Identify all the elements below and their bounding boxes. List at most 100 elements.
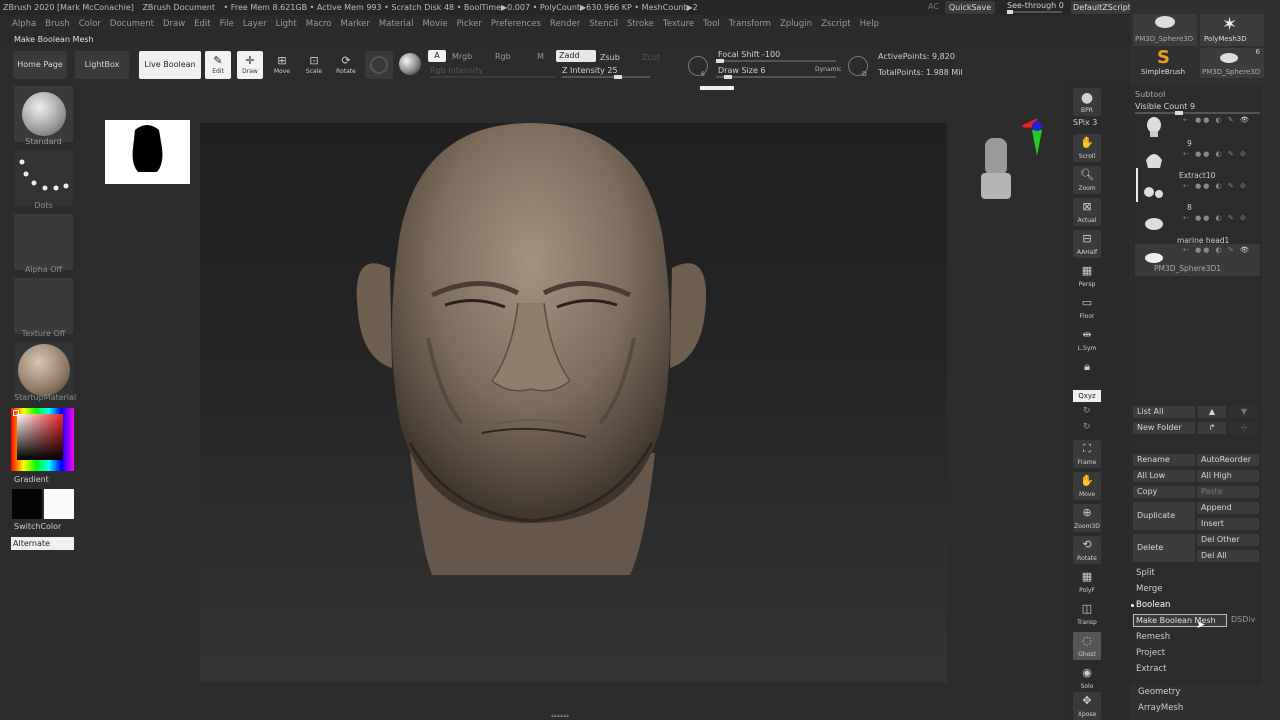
draw-size-track[interactable]: [716, 75, 836, 79]
menu-marker[interactable]: Marker: [341, 15, 370, 33]
alpha-thumbnail[interactable]: [14, 214, 73, 270]
a-button[interactable]: A: [428, 50, 446, 62]
zadd-button[interactable]: Zadd: [556, 50, 596, 62]
edit-button[interactable]: ✎ Edit: [205, 51, 231, 79]
secondary-color-swatch[interactable]: [12, 489, 42, 519]
project-section[interactable]: Project: [1136, 648, 1165, 658]
move-down-icon[interactable]: ▼: [1230, 406, 1258, 418]
remesh-section[interactable]: Remesh: [1136, 632, 1170, 642]
menu-material[interactable]: Material: [379, 15, 414, 33]
see-through-track[interactable]: [1007, 10, 1062, 14]
material-sphere-button[interactable]: [399, 53, 423, 77]
list-all-button[interactable]: List All: [1133, 406, 1195, 418]
draw-button[interactable]: ✛ Draw: [237, 51, 263, 79]
transp-button[interactable]: ◫ Transp: [1073, 600, 1101, 628]
subtool-item-3[interactable]: Extract10 ⇠ ●● ◐ ✎ ⊘: [1135, 171, 1260, 208]
duplicate-button[interactable]: Duplicate: [1133, 502, 1195, 530]
canvas-scroll-indicator[interactable]: [700, 86, 734, 90]
alternate-button[interactable]: Alternate: [11, 537, 74, 550]
zsub-button[interactable]: Zsub: [600, 53, 620, 62]
subtool-visibility-icons[interactable]: ⇠ ●● ◐ ✎ ⊘: [1183, 214, 1248, 222]
menu-edit[interactable]: Edit: [194, 15, 210, 33]
spix-slider[interactable]: SPix 3: [1073, 118, 1097, 127]
lightbox-button[interactable]: LightBox: [75, 51, 129, 79]
boolean-section[interactable]: Boolean: [1136, 600, 1170, 610]
3d-viewport[interactable]: [200, 123, 947, 682]
rgb-intensity-slider[interactable]: Rgb Intensity: [430, 66, 483, 75]
zcut-button[interactable]: Zcut: [642, 53, 660, 62]
main-color-swatch[interactable]: [44, 489, 74, 519]
persp-button[interactable]: ▦ Persp: [1073, 262, 1101, 290]
actual-button[interactable]: ⊠ Actual: [1073, 198, 1101, 226]
arraymesh-section[interactable]: ArrayMesh: [1138, 703, 1183, 713]
move-view-button[interactable]: ✋ Move: [1073, 472, 1101, 500]
z-intensity-track[interactable]: [562, 75, 650, 79]
tool-thumb-sphere2[interactable]: 6 PM3D_Sphere3D: [1200, 48, 1264, 78]
rotate-view-button[interactable]: ⟲ Rotate: [1073, 536, 1101, 564]
home-page-button[interactable]: Home Page: [13, 51, 67, 79]
tool-thumb-simplebrush[interactable]: S SimpleBrush: [1133, 47, 1197, 78]
split-section[interactable]: Split: [1136, 568, 1155, 578]
m-button[interactable]: M: [537, 52, 544, 61]
sculpt-head-model[interactable]: [200, 123, 947, 682]
new-folder-button[interactable]: New Folder: [1133, 422, 1195, 434]
focal-dial-icon[interactable]: [688, 56, 708, 76]
copy-button[interactable]: Copy: [1133, 486, 1195, 498]
color-picker[interactable]: [11, 408, 74, 471]
lsym-button[interactable]: ⇹ L.Sym: [1073, 326, 1101, 354]
menu-light[interactable]: Light: [276, 15, 297, 33]
y-rotate-icon[interactable]: ↻: [1083, 406, 1091, 416]
rotate-button[interactable]: ⟳ Rotate: [333, 51, 359, 79]
dsdiv-button[interactable]: DSDiv: [1231, 615, 1255, 624]
move-button[interactable]: ⊞ Move: [269, 51, 295, 79]
z-intensity-slider[interactable]: Z Intensity 25: [562, 66, 618, 75]
draw-size-handle[interactable]: [724, 75, 732, 79]
aahalf-button[interactable]: ⊟ AAHalf: [1073, 230, 1101, 258]
menu-picker[interactable]: Picker: [457, 15, 482, 33]
del-other-button[interactable]: Del Other: [1197, 534, 1259, 546]
tool-thumb-polymesh[interactable]: ✶ PolyMesh3D: [1200, 14, 1264, 46]
live-boolean-button[interactable]: Live Boolean: [139, 51, 201, 79]
bpr-button[interactable]: ● BPR: [1073, 88, 1101, 116]
paste-button[interactable]: Paste: [1197, 486, 1259, 498]
xpose-button[interactable]: ✥ Xpose: [1073, 692, 1101, 720]
geometry-section[interactable]: Geometry: [1138, 687, 1180, 697]
menu-stencil[interactable]: Stencil: [589, 15, 618, 33]
menu-document[interactable]: Document: [110, 15, 154, 33]
menu-transform[interactable]: Transform: [729, 15, 771, 33]
subtool-visibility-icons[interactable]: ⇠ ●● ◐ ✎ 👁︎: [1183, 246, 1251, 254]
menu-movie[interactable]: Movie: [422, 15, 447, 33]
subtool-visibility-icons[interactable]: ⇠ ●● ◐ ✎ ⊘: [1183, 182, 1248, 190]
polyf-button[interactable]: ▦ PolyF: [1073, 568, 1101, 596]
texture-thumbnail[interactable]: [14, 278, 73, 334]
zoom-button[interactable]: 🔍︎ Zoom: [1073, 166, 1101, 194]
frame-button[interactable]: ⛶ Frame: [1073, 440, 1101, 468]
menu-zscript[interactable]: Zscript: [821, 15, 851, 33]
menu-brush[interactable]: Brush: [45, 15, 70, 33]
brush-preview-button[interactable]: [365, 51, 393, 79]
append-button[interactable]: Append: [1197, 502, 1259, 514]
menu-help[interactable]: Help: [860, 15, 879, 33]
xyz-button[interactable]: Qxyz: [1073, 390, 1101, 402]
subtool-visibility-icons[interactable]: ⇠ ●● ◐ ✎ 👁︎: [1183, 116, 1251, 124]
z-intensity-handle[interactable]: [614, 75, 622, 79]
switch-color-button[interactable]: SwitchColor: [14, 522, 61, 531]
focal-shift-track[interactable]: [716, 59, 836, 63]
focal-shift-handle[interactable]: [716, 59, 724, 63]
menu-tool[interactable]: Tool: [703, 15, 720, 33]
del-all-button[interactable]: Del All: [1197, 550, 1259, 562]
insert-button[interactable]: Insert: [1197, 518, 1259, 530]
draw-size-slider[interactable]: Draw Size 6: [718, 66, 766, 75]
see-through-handle[interactable]: [1007, 10, 1013, 14]
menu-texture[interactable]: Texture: [663, 15, 694, 33]
tool-thumb-sphere[interactable]: PM3D_Sphere3D: [1133, 14, 1197, 46]
merge-section[interactable]: Merge: [1136, 584, 1163, 594]
see-through-slider[interactable]: See-through 0: [1007, 1, 1064, 10]
subtool-item-1[interactable]: ⇠ ●● ◐ ✎ 👁︎: [1135, 114, 1260, 144]
folder-arrow-icon[interactable]: ↱: [1198, 422, 1226, 434]
extract-section[interactable]: Extract: [1136, 664, 1166, 674]
floor-button[interactable]: ▭ Floor: [1073, 294, 1101, 322]
delete-button[interactable]: Delete: [1133, 534, 1195, 562]
all-high-button[interactable]: All High: [1197, 470, 1259, 482]
stroke-thumbnail[interactable]: [14, 150, 73, 206]
